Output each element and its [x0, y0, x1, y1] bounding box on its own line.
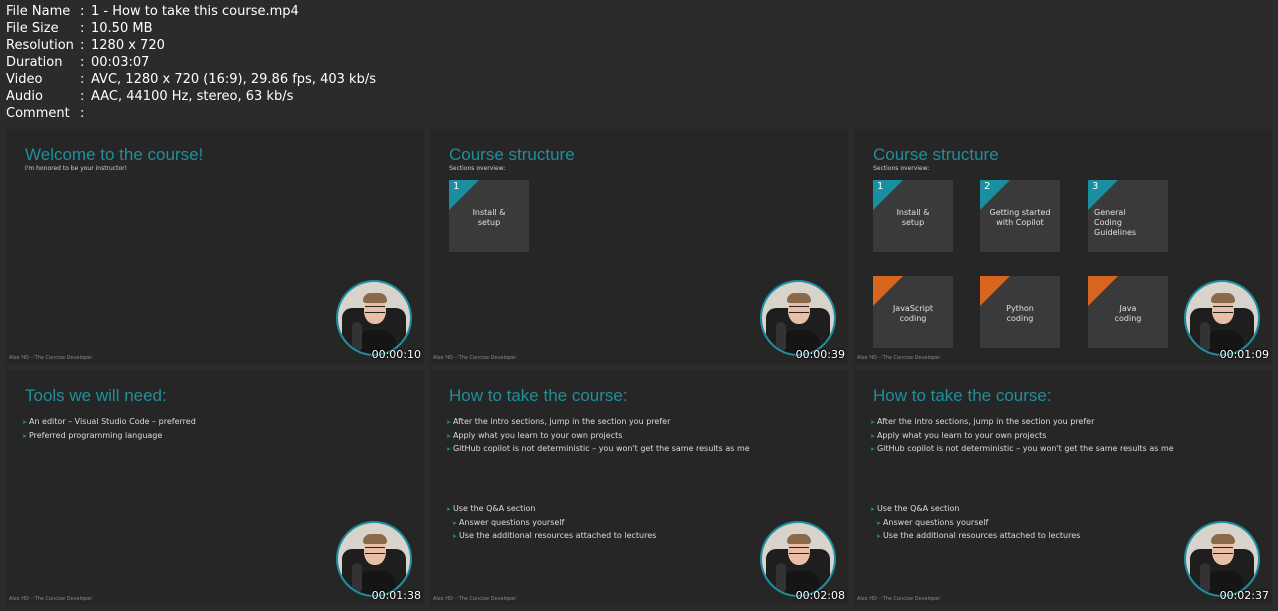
tile-label: Install & setup: [896, 208, 930, 227]
slide-subtitle: Sections overview:: [873, 165, 930, 172]
slide-subtitle: Sections overview:: [449, 165, 506, 172]
thumbnail-1[interactable]: Welcome to the course! I'm honored to be…: [6, 129, 424, 364]
slide-footer: Alex HD – The Concise Developer: [857, 596, 941, 602]
info-separator: :: [80, 55, 85, 70]
bullet-list-qa: Use the Q&A section Answer questions you…: [446, 503, 656, 544]
tile-label: Java coding: [1114, 304, 1142, 323]
tile-number: 1: [453, 181, 460, 192]
bullet-item: After the intro sections, jump in the se…: [870, 416, 1174, 430]
bullet-item: An editor – Visual Studio Code – preferr…: [22, 416, 196, 430]
bullet-item: Apply what you learn to your own project…: [870, 430, 1174, 444]
timestamp: 00:02:37: [1219, 589, 1269, 602]
thumbnail-5[interactable]: How to take the course: After the intro …: [430, 370, 848, 605]
thumbnail-2[interactable]: Course structure Sections overview: 1 In…: [430, 129, 848, 364]
tile-number: 3: [1092, 181, 1099, 192]
bullet-list: After the intro sections, jump in the se…: [446, 416, 750, 457]
timestamp: 00:00:10: [371, 348, 421, 361]
tile-number: 1: [877, 181, 884, 192]
info-label: Video: [6, 72, 43, 87]
section-tile: Python coding: [980, 276, 1060, 348]
section-tile: 2 Getting started with Copilot: [980, 180, 1060, 252]
info-label: File Name: [6, 4, 71, 19]
info-label: Duration: [6, 55, 63, 70]
slide-title: Tools we will need:: [25, 386, 167, 405]
instructor-avatar: [760, 280, 836, 356]
thumbnail-4[interactable]: Tools we will need: An editor – Visual S…: [6, 370, 424, 605]
slide-title: How to take the course:: [449, 386, 628, 405]
file-info-panel: File Name : 1 - How to take this course.…: [6, 3, 376, 122]
timestamp: 00:01:09: [1219, 348, 1269, 361]
slide-title: Welcome to the course!: [25, 145, 204, 164]
slide-footer: Alex HD – The Concise Developer: [9, 355, 93, 361]
slide-subtitle: I'm honored to be your instructor!: [25, 165, 128, 172]
info-label: Audio: [6, 89, 43, 104]
section-tile: 1 Install & setup: [873, 180, 953, 252]
instructor-avatar: [336, 280, 412, 356]
section-tile: JavaScript coding: [873, 276, 953, 348]
tile-label: JavaScript coding: [892, 304, 934, 323]
info-row-video: Video : AVC, 1280 x 720 (16:9), 29.86 fp…: [6, 71, 376, 88]
bullet-item: Apply what you learn to your own project…: [446, 430, 750, 444]
info-value: 1 - How to take this course.mp4: [91, 4, 299, 19]
section-tile: 3 General Coding Guidelines: [1088, 180, 1168, 252]
info-value: AAC, 44100 Hz, stereo, 63 kb/s: [91, 89, 294, 104]
slide-footer: Alex HD – The Concise Developer: [857, 355, 941, 361]
tile-label: General Coding Guidelines: [1094, 208, 1137, 237]
bullet-item: Use the Q&A section: [446, 503, 656, 517]
info-separator: :: [80, 21, 85, 36]
info-row-audio: Audio : AAC, 44100 Hz, stereo, 63 kb/s: [6, 88, 376, 105]
thumbnail-6[interactable]: How to take the course: After the intro …: [854, 370, 1272, 605]
bullet-item: GitHub copilot is not deterministic – yo…: [446, 443, 750, 457]
info-separator: :: [80, 72, 85, 87]
bullet-item: Answer questions yourself: [870, 517, 1080, 531]
instructor-avatar: [336, 521, 412, 597]
info-value: 1280 x 720: [91, 38, 165, 53]
slide-footer: Alex HD – The Concise Developer: [9, 596, 93, 602]
bullet-list: An editor – Visual Studio Code – preferr…: [22, 416, 196, 443]
info-row-comment: Comment :: [6, 105, 376, 122]
slide-title: Course structure: [873, 145, 999, 164]
tile-number: 2: [984, 181, 991, 192]
tile-label: Python coding: [1006, 304, 1034, 323]
info-row-duration: Duration : 00:03:07: [6, 54, 376, 71]
info-separator: :: [80, 106, 85, 121]
info-label: File Size: [6, 21, 59, 36]
section-tile: 1 Install & setup: [449, 180, 529, 252]
bullet-item: GitHub copilot is not deterministic – yo…: [870, 443, 1174, 457]
slide-title: How to take the course:: [873, 386, 1052, 405]
info-value: 10.50 MB: [91, 21, 153, 36]
bullet-list: After the intro sections, jump in the se…: [870, 416, 1174, 457]
info-label: Resolution: [6, 38, 74, 53]
instructor-avatar: [1184, 521, 1260, 597]
slide-footer: Alex HD – The Concise Developer: [433, 596, 517, 602]
bullet-item: Use the additional resources attached to…: [446, 530, 656, 544]
info-row-resolution: Resolution : 1280 x 720: [6, 37, 376, 54]
info-separator: :: [80, 4, 85, 19]
bullet-list-qa: Use the Q&A section Answer questions you…: [870, 503, 1080, 544]
instructor-avatar: [760, 521, 836, 597]
tile-label: Getting started with Copilot: [989, 208, 1051, 227]
slide-title: Course structure: [449, 145, 575, 164]
thumbnail-3[interactable]: Course structure Sections overview: 1 In…: [854, 129, 1272, 364]
slide-footer: Alex HD – The Concise Developer: [433, 355, 517, 361]
instructor-avatar: [1184, 280, 1260, 356]
info-separator: :: [80, 89, 85, 104]
section-tile: Java coding: [1088, 276, 1168, 348]
info-label: Comment: [6, 106, 70, 121]
bullet-item: Preferred programming language: [22, 430, 196, 444]
bullet-item: Use the additional resources attached to…: [870, 530, 1080, 544]
bullet-item: Use the Q&A section: [870, 503, 1080, 517]
timestamp: 00:02:08: [795, 589, 845, 602]
info-row-file-name: File Name : 1 - How to take this course.…: [6, 3, 376, 20]
tile-label: Install & setup: [472, 208, 506, 227]
bullet-item: Answer questions yourself: [446, 517, 656, 531]
timestamp: 00:00:39: [795, 348, 845, 361]
bullet-item: After the intro sections, jump in the se…: [446, 416, 750, 430]
info-separator: :: [80, 38, 85, 53]
info-value: AVC, 1280 x 720 (16:9), 29.86 fps, 403 k…: [91, 72, 376, 87]
thumbnail-grid: Welcome to the course! I'm honored to be…: [6, 129, 1272, 607]
info-row-file-size: File Size : 10.50 MB: [6, 20, 376, 37]
info-value: 00:03:07: [91, 55, 150, 70]
timestamp: 00:01:38: [371, 589, 421, 602]
